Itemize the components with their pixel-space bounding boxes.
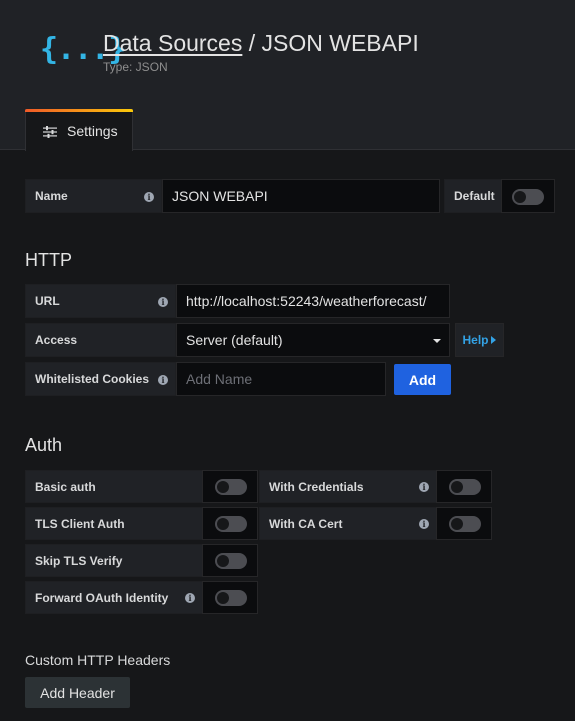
- caret-right-icon: [490, 336, 496, 344]
- access-label: Access: [25, 323, 176, 357]
- breadcrumb-separator: /: [242, 30, 262, 56]
- access-select-value: Server (default): [186, 332, 283, 348]
- default-label: Default: [444, 179, 502, 213]
- help-button-label: Help: [462, 333, 489, 347]
- sliders-icon: [43, 125, 57, 143]
- http-section-title: HTTP: [25, 250, 72, 270]
- cookie-name-input[interactable]: Add Name: [176, 362, 386, 396]
- url-label-text: URL: [35, 294, 60, 308]
- whitelisted-cookies-label: Whitelisted Cookies i: [25, 362, 176, 396]
- with-credentials-label-text: With Credentials: [269, 479, 364, 494]
- datasource-type: Type: JSON: [103, 60, 168, 74]
- custom-headers-title: Custom HTTP Headers: [25, 652, 171, 668]
- tab-settings-label: Settings: [67, 123, 118, 139]
- forward-oauth-toggle[interactable]: [215, 590, 247, 606]
- forward-oauth-label: Forward OAuth Identity i: [25, 581, 203, 614]
- skip-tls-verify-toggle[interactable]: [215, 553, 247, 569]
- basic-auth-toggle[interactable]: [215, 479, 247, 495]
- page-header: {...} Data Sources / JSON WEBAPI Type: J…: [0, 0, 575, 151]
- page-title: Data Sources / JSON WEBAPI: [103, 29, 419, 57]
- tls-client-auth-toggle[interactable]: [215, 516, 247, 532]
- default-toggle[interactable]: [512, 189, 544, 205]
- forward-oauth-switch[interactable]: [202, 581, 258, 614]
- tab-settings[interactable]: Settings: [25, 109, 133, 151]
- with-credentials-switch[interactable]: [436, 470, 492, 503]
- info-icon[interactable]: i: [419, 519, 429, 529]
- skip-tls-verify-switch[interactable]: [202, 544, 258, 577]
- with-ca-cert-switch[interactable]: [436, 507, 492, 540]
- help-button[interactable]: Help: [455, 323, 504, 357]
- datasource-title: JSON WEBAPI: [261, 30, 419, 56]
- basic-auth-label: Basic auth: [25, 470, 203, 503]
- info-icon[interactable]: i: [158, 375, 168, 385]
- tls-client-auth-switch[interactable]: [202, 507, 258, 540]
- with-ca-cert-toggle[interactable]: [449, 516, 481, 532]
- forward-oauth-label-text: Forward OAuth Identity: [35, 590, 169, 605]
- tls-client-auth-label: TLS Client Auth: [25, 507, 203, 540]
- breadcrumb-data-sources-link[interactable]: Data Sources: [103, 30, 242, 56]
- name-input[interactable]: JSON WEBAPI: [162, 179, 440, 213]
- info-icon[interactable]: i: [158, 297, 168, 307]
- with-credentials-label: With Credentials i: [259, 470, 437, 503]
- basic-auth-switch[interactable]: [202, 470, 258, 503]
- info-icon[interactable]: i: [419, 482, 429, 492]
- info-icon[interactable]: i: [185, 593, 195, 603]
- default-switch[interactable]: [501, 179, 555, 213]
- name-label-text: Name: [35, 189, 68, 203]
- info-icon[interactable]: i: [144, 192, 154, 202]
- whitelisted-cookies-label-text: Whitelisted Cookies: [35, 372, 150, 386]
- url-input[interactable]: http://localhost:52243/weatherforecast/: [176, 284, 450, 318]
- with-ca-cert-label-text: With CA Cert: [269, 516, 343, 531]
- access-select[interactable]: Server (default): [176, 323, 450, 357]
- auth-section-title: Auth: [25, 435, 63, 455]
- url-label: URL i: [25, 284, 176, 318]
- add-header-button[interactable]: Add Header: [25, 677, 130, 708]
- skip-tls-verify-label: Skip TLS Verify: [25, 544, 203, 577]
- add-cookie-button[interactable]: Add: [394, 364, 451, 395]
- chevron-down-icon: [433, 339, 441, 343]
- name-label: Name i: [25, 179, 162, 213]
- with-credentials-toggle[interactable]: [449, 479, 481, 495]
- with-ca-cert-label: With CA Cert i: [259, 507, 437, 540]
